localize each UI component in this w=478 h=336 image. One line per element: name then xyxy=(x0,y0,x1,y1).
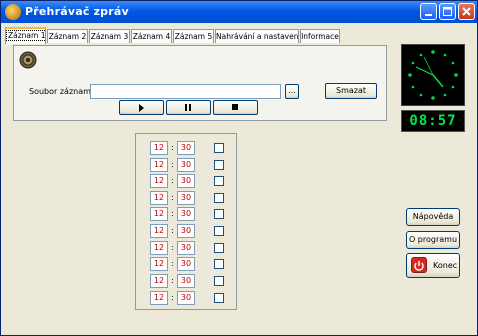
schedule-row: 12 : 30 xyxy=(150,241,230,255)
quit-label: Konec xyxy=(433,261,458,270)
minimize-button[interactable] xyxy=(420,3,437,20)
time-separator: : xyxy=(171,193,174,202)
browse-button[interactable]: ... xyxy=(285,84,299,99)
close-button[interactable] xyxy=(458,3,475,20)
minute-input[interactable]: 30 xyxy=(177,257,195,271)
tab-zaznam-4[interactable]: Záznam 4 xyxy=(131,29,172,43)
time-separator: : xyxy=(171,143,174,152)
app-window: Přehrávač zpráv Záznam 1 Záznam 2 Záznam… xyxy=(0,0,478,336)
time-separator: : xyxy=(171,176,174,185)
play-button[interactable] xyxy=(119,100,164,115)
analog-clock xyxy=(401,44,465,106)
hour-input[interactable]: 12 xyxy=(150,207,168,221)
stop-icon xyxy=(232,104,238,110)
transport-controls xyxy=(119,100,259,115)
file-input[interactable] xyxy=(90,84,281,99)
close-icon xyxy=(462,7,471,16)
quit-button[interactable]: Konec xyxy=(406,253,460,278)
schedule-checkbox[interactable] xyxy=(214,226,224,236)
pause-button[interactable] xyxy=(166,100,211,115)
schedule-row: 12 : 30 xyxy=(150,158,230,172)
pause-icon xyxy=(185,104,191,111)
time-separator: : xyxy=(171,293,174,302)
play-icon xyxy=(139,104,144,112)
schedule-checkbox[interactable] xyxy=(214,276,224,286)
schedule-checkbox[interactable] xyxy=(214,193,224,203)
schedule-checkbox[interactable] xyxy=(214,293,224,303)
schedule-row: 12 : 30 xyxy=(150,224,230,238)
tab-zaznam-3[interactable]: Záznam 3 xyxy=(89,29,130,43)
about-button[interactable]: O programu xyxy=(406,231,460,249)
time-separator: : xyxy=(171,160,174,169)
maximize-button[interactable] xyxy=(439,3,456,20)
minute-input[interactable]: 30 xyxy=(177,241,195,255)
schedule-checkbox[interactable] xyxy=(214,176,224,186)
minimize-icon xyxy=(425,14,432,16)
hour-input[interactable]: 12 xyxy=(150,241,168,255)
minute-input[interactable]: 30 xyxy=(177,191,195,205)
time-separator: : xyxy=(171,276,174,285)
hour-input[interactable]: 12 xyxy=(150,274,168,288)
tab-settings[interactable]: Nahrávání a nastavení xyxy=(215,29,299,43)
time-separator: : xyxy=(171,209,174,218)
schedule-row: 12 : 30 xyxy=(150,257,230,271)
maximize-icon xyxy=(443,7,452,16)
minute-input[interactable]: 30 xyxy=(177,224,195,238)
clock-face-icon xyxy=(408,50,458,100)
title-bar[interactable]: Přehrávač zpráv xyxy=(1,1,477,23)
tab-label: Záznam 1 xyxy=(6,30,46,41)
schedule-row: 12 : 30 xyxy=(150,274,230,288)
schedule-checkbox[interactable] xyxy=(214,160,224,170)
minute-input[interactable]: 30 xyxy=(177,207,195,221)
schedule-row: 12 : 30 xyxy=(150,191,230,205)
window-title: Přehrávač zpráv xyxy=(25,5,129,18)
schedule-checkbox[interactable] xyxy=(214,259,224,269)
power-icon xyxy=(411,257,427,273)
minute-input[interactable]: 30 xyxy=(177,291,195,305)
schedule-panel: 12 : 30 12 : 30 12 : 30 12 : 30 12 : 30 xyxy=(135,133,237,310)
file-label: Soubor záznamu: xyxy=(29,87,99,96)
schedule-checkbox[interactable] xyxy=(214,143,224,153)
digital-clock: 08:57 xyxy=(401,110,465,132)
time-separator: : xyxy=(171,259,174,268)
hour-input[interactable]: 12 xyxy=(150,257,168,271)
schedule-checkbox[interactable] xyxy=(214,243,224,253)
stop-button[interactable] xyxy=(213,100,258,115)
hour-input[interactable]: 12 xyxy=(150,291,168,305)
tab-zaznam-5[interactable]: Záznam 5 xyxy=(173,29,214,43)
speaker-icon xyxy=(19,51,37,69)
hour-input[interactable]: 12 xyxy=(150,224,168,238)
time-separator: : xyxy=(171,243,174,252)
minute-input[interactable]: 30 xyxy=(177,174,195,188)
schedule-row: 12 : 30 xyxy=(150,207,230,221)
minute-input[interactable]: 30 xyxy=(177,141,195,155)
schedule-checkbox[interactable] xyxy=(214,209,224,219)
tab-zaznam-2[interactable]: Záznam 2 xyxy=(47,29,88,43)
hour-input[interactable]: 12 xyxy=(150,174,168,188)
time-separator: : xyxy=(171,226,174,235)
tab-info[interactable]: Informace xyxy=(300,29,340,43)
app-speaker-icon xyxy=(5,4,21,20)
tab-zaznam-1[interactable]: Záznam 1 xyxy=(5,27,46,44)
delete-button[interactable]: Smazat xyxy=(325,83,377,99)
schedule-row: 12 : 30 xyxy=(150,291,230,305)
hour-input[interactable]: 12 xyxy=(150,158,168,172)
help-button[interactable]: Nápověda xyxy=(406,208,460,226)
minute-input[interactable]: 30 xyxy=(177,274,195,288)
schedule-row: 12 : 30 xyxy=(150,141,230,155)
minute-input[interactable]: 30 xyxy=(177,158,195,172)
schedule-row: 12 : 30 xyxy=(150,174,230,188)
hour-input[interactable]: 12 xyxy=(150,141,168,155)
hour-input[interactable]: 12 xyxy=(150,191,168,205)
